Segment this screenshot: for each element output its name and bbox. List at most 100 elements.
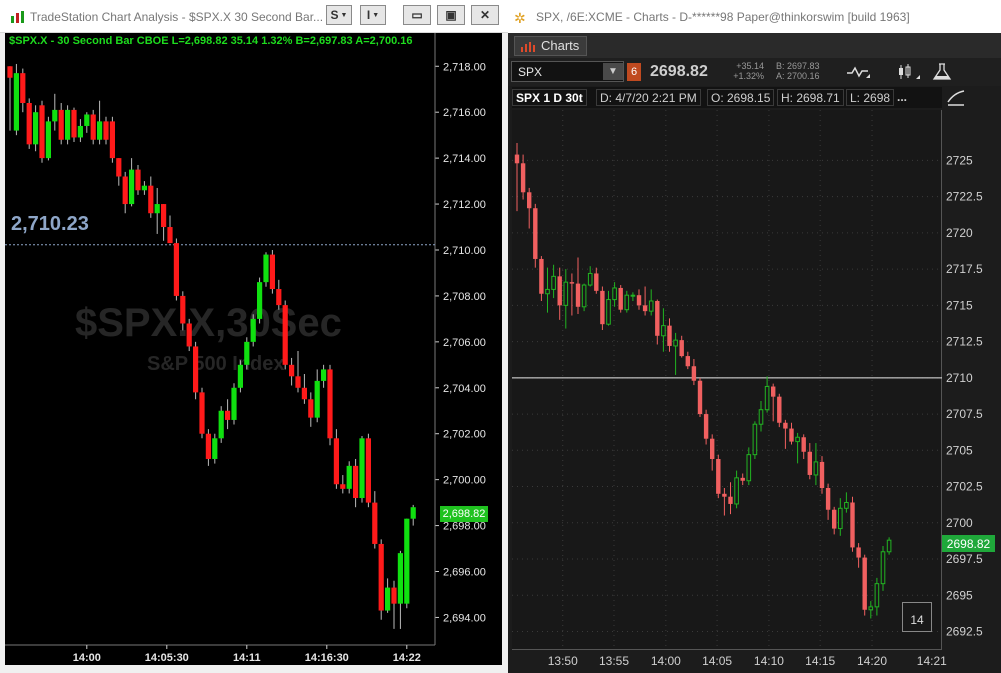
maximize-button[interactable]: ▣ xyxy=(437,5,465,25)
thinkorswim-app-icon: ✲ xyxy=(514,10,526,26)
interval-link-i-button[interactable]: I ▼ xyxy=(360,5,386,25)
candle-body xyxy=(612,287,617,301)
drawing-tool-icon[interactable] xyxy=(945,87,967,108)
candle-body xyxy=(218,410,224,439)
tab-charts[interactable]: Charts xyxy=(514,36,587,56)
minimize-icon: ▭ xyxy=(411,8,423,22)
waveform-icon xyxy=(847,66,870,78)
bar-low: L: 2698 xyxy=(846,89,895,106)
minimize-button[interactable]: ▭ xyxy=(403,5,431,25)
thinkorswim-candlestick-chart[interactable] xyxy=(512,110,942,650)
flask-icon[interactable] xyxy=(928,61,956,83)
pct-change: +1.32% xyxy=(733,71,764,81)
y-tick-label: 2,712.00 xyxy=(443,199,486,211)
y-tick-label: 2707.5 xyxy=(946,407,983,421)
bar-high: H: 2698.71 xyxy=(777,89,844,106)
y-tick-label: 2,718.00 xyxy=(443,61,486,73)
candle-body xyxy=(594,273,599,291)
y-tick-label: 2,714.00 xyxy=(443,153,486,165)
tradestation-chart-area[interactable]: $SPX.X,30Sec S&P 500 Index 2,718.00 2,716… xyxy=(5,33,502,665)
y-tick-label: 2720 xyxy=(946,226,973,240)
candle-body xyxy=(391,587,397,604)
chart-symbol-period[interactable]: SPX 1 D 30t xyxy=(512,89,587,106)
candle-body xyxy=(148,185,154,214)
close-icon: ✕ xyxy=(479,8,491,22)
x-tick-label: 13:50 xyxy=(548,654,578,668)
candle-body xyxy=(545,288,550,295)
symbol-link-s-button[interactable]: S ▼ xyxy=(326,5,352,25)
candle-body xyxy=(771,386,776,397)
symbol-input[interactable] xyxy=(512,62,608,81)
candle-body xyxy=(703,414,709,439)
candle-body xyxy=(385,587,391,611)
candle-body xyxy=(372,502,378,544)
thinkorswim-titlebar[interactable]: ✲ SPX, /6E:XCME - Charts - D-******98 Pa… xyxy=(508,0,1001,33)
net-change: +35.14 xyxy=(736,61,764,71)
horizontal-line-price-label[interactable]: 2,710.23 xyxy=(11,213,89,236)
candle-body xyxy=(880,551,886,585)
ask-price: A: 2700.16 xyxy=(776,71,820,81)
candle-body xyxy=(679,340,684,357)
chart-header: SPX 1 D 30t D: 4/7/20 2:21 PM O: 2698.15… xyxy=(512,87,942,108)
chevron-down-icon: ▼ xyxy=(340,11,348,19)
thinkorswim-price-axis[interactable]: 2725 2722.5 2720 2717.5 2715 2712.5 2710 2707.5… xyxy=(942,110,997,650)
candle-body xyxy=(642,305,648,312)
y-tick-label: 2,716.00 xyxy=(443,107,486,119)
link-group-badge[interactable]: 6 xyxy=(627,63,641,81)
bar-chart-icon xyxy=(521,42,535,52)
x-tick-label: 14:16:30 xyxy=(305,652,349,664)
chart-style-icon[interactable] xyxy=(894,61,922,83)
candle-body xyxy=(116,158,122,177)
y-tick-label: 2,710.00 xyxy=(443,245,486,257)
close-button[interactable]: ✕ xyxy=(471,5,499,25)
candle-body xyxy=(697,380,703,415)
candle-body xyxy=(777,396,782,423)
candle-body xyxy=(359,438,365,499)
candle-body xyxy=(167,227,173,244)
x-tick-label: 14:21 xyxy=(917,654,947,668)
thinkorswim-time-axis[interactable]: 13:50 13:55 14:00 14:05 14:10 14:15 14:20 14:21 xyxy=(512,650,972,672)
candle-body xyxy=(533,208,538,259)
candle-body xyxy=(734,477,739,505)
candle-body xyxy=(186,323,192,347)
y-tick-label: 2725 xyxy=(946,153,973,167)
candle-body xyxy=(20,73,26,104)
candle-body xyxy=(539,258,544,294)
tradestation-window-title: TradeStation Chart Analysis - $SPX.X 30 … xyxy=(30,10,324,24)
candle-body xyxy=(58,109,64,140)
candle-body xyxy=(13,73,19,131)
candle-body xyxy=(685,356,690,367)
candle-body xyxy=(263,254,269,283)
candle-body xyxy=(295,376,301,388)
y-tick-label: 2697.5 xyxy=(946,552,983,566)
candle-body xyxy=(250,318,256,342)
candle-body xyxy=(205,433,211,459)
more-icon[interactable]: ... xyxy=(894,89,910,106)
y-tick-label: 2715 xyxy=(946,298,973,312)
candle-body xyxy=(129,169,135,205)
last-price-badge: 2,698.82 xyxy=(440,506,488,522)
candle-body xyxy=(97,121,103,140)
candle-body xyxy=(661,325,666,337)
candle-body xyxy=(282,305,288,365)
candle-body xyxy=(180,295,186,324)
i-button-label: I xyxy=(366,8,371,22)
chevron-down-icon[interactable]: ▼ xyxy=(603,63,623,80)
candle-body xyxy=(269,254,275,290)
studies-icon[interactable] xyxy=(844,61,872,83)
candle-body xyxy=(850,502,855,548)
flask-shape-icon xyxy=(932,63,952,80)
x-tick-label: 14:10 xyxy=(754,654,784,668)
tradestation-candlestick-chart[interactable]: 2,718.00 2,716.00 2,714.00 2,712.00 2,710.00… xyxy=(5,33,502,665)
symbol-selector[interactable]: ▼ xyxy=(511,61,624,82)
candle-body xyxy=(764,386,770,411)
symbol-bar: ▼ 6 2698.82 +35.14 +1.32% B: 2697.83 A: … xyxy=(508,58,1001,86)
tradestation-titlebar[interactable]: TradeStation Chart Analysis - $SPX.X 30 … xyxy=(0,0,508,33)
y-tick-label: 2710 xyxy=(946,371,973,385)
tick-count-box: 14 xyxy=(902,602,932,632)
candle-body xyxy=(77,125,83,138)
s-button-label: S xyxy=(330,8,339,22)
candle-body xyxy=(844,501,849,509)
candle-body xyxy=(365,438,371,503)
candle-body xyxy=(551,275,556,290)
